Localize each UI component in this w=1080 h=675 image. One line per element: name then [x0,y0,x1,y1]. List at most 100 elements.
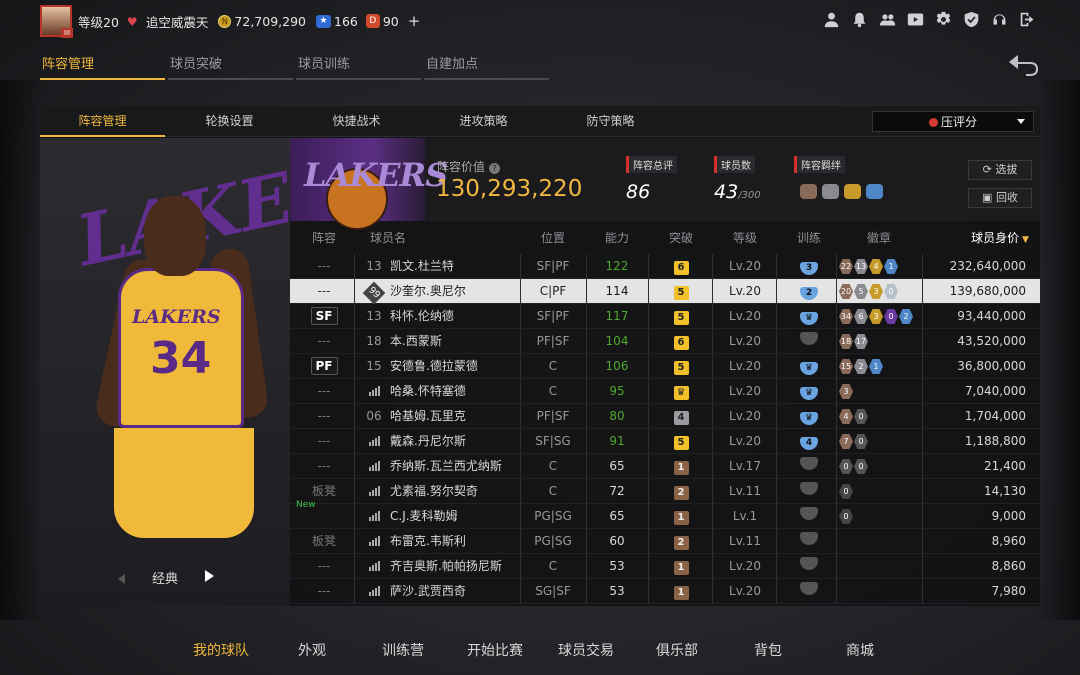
badge-icon[interactable]: 0 [839,509,853,524]
nav-shop[interactable]: 商城 [820,640,900,660]
player-name[interactable]: 安德鲁.德拉蒙德 [390,354,520,379]
badge-icon[interactable]: 3 [839,384,853,399]
nav-trade[interactable]: 球员交易 [546,640,626,660]
badge-icon[interactable]: 22 [839,259,853,274]
player-name[interactable]: 乔纳斯.瓦兰西尤纳斯 [390,454,520,479]
badge-icon[interactable]: 1 [869,359,883,374]
player-name[interactable]: 齐吉奥斯.帕帕扬尼斯 [390,554,520,579]
badge-icon[interactable]: 7 [839,434,853,449]
help-icon[interactable]: ? [489,163,501,174]
video-icon[interactable] [906,10,924,28]
bond-icon-bronze[interactable] [800,184,817,199]
badge-icon[interactable]: 18 [839,334,853,349]
nav-training-camp[interactable]: 训练营 [363,640,443,660]
recycle-button[interactable]: ▣ 回收 [968,188,1032,208]
table-row[interactable]: --- 99 沙奎尔.奥尼尔 C|PF 114 5 Lv.20 2 20 5 3 0 … [290,279,1040,305]
profile-icon[interactable] [822,10,840,28]
col-training[interactable]: 训练 [784,221,834,255]
subtab-offense[interactable]: 进攻策略 [421,106,546,137]
table-row[interactable]: --- 萨沙.武贾西奇 SG|SF 53 1 Lv.20 7,980 [290,579,1040,604]
table-row[interactable]: --- 18 本.西蒙斯 PF|SF 104 6 Lv.20 18 17 43,5… [290,329,1040,354]
badge-icon[interactable]: 1 [884,259,898,274]
badge-icon[interactable]: 2 [854,359,868,374]
bell-icon[interactable] [850,10,868,28]
table-row[interactable]: --- 戴森.丹尼尔斯 SF|SG 91 5 Lv.20 4 70 1,188,… [290,429,1040,454]
avatar[interactable]: III [40,5,73,38]
table-row[interactable]: --- 齐吉奥斯.帕帕扬尼斯 C 53 1 Lv.20 8,860 [290,554,1040,579]
player-name[interactable]: 哈基姆.瓦里克 [390,404,520,429]
friends-icon[interactable] [878,10,896,28]
tab-custom-points[interactable]: 自建加点 [424,54,549,80]
table-row[interactable]: 板凳 尤素福.努尔契奇 C 72 2 Lv.11 0 14,130 [290,479,1040,504]
col-badges[interactable]: 徽章 [854,221,904,255]
bond-icon-blue[interactable] [866,184,883,199]
gear-icon[interactable] [934,10,952,28]
prev-card-arrow-icon[interactable] [118,574,125,584]
badge-icon[interactable]: 0 [854,459,868,474]
badge-icon[interactable]: 17 [854,334,868,349]
nav-appearance[interactable]: 外观 [272,640,352,660]
col-name[interactable]: 球员名 [362,221,414,255]
badge-icon[interactable]: 15 [839,359,853,374]
col-ability[interactable]: 能力 [592,221,642,255]
badge-icon[interactable]: 5 [854,284,868,299]
col-breakthrough[interactable]: 突破 [656,221,706,255]
player-name[interactable]: 哈桑.怀特塞德 [390,379,520,404]
player-card[interactable]: LAKERS LAKERS 34 经典 [40,138,290,606]
badge-icon[interactable]: 0 [884,284,898,299]
player-name[interactable]: 凯文.杜兰特 [390,254,520,279]
subtab-quick-tactics[interactable]: 快捷战术 [294,106,419,137]
player-name[interactable]: 本.西蒙斯 [390,329,520,354]
logout-icon[interactable] [1018,10,1036,28]
sort-select[interactable]: 压评分 [872,111,1034,132]
subtab-lineup[interactable]: 阵容管理 [40,106,165,137]
tab-breakthrough[interactable]: 球员突破 [168,54,293,80]
subtab-rotation[interactable]: 轮换设置 [167,106,292,137]
col-position[interactable]: 位置 [528,221,578,255]
badge-icon[interactable]: 3 [869,309,883,324]
tab-lineup[interactable]: 阵容管理 [40,54,165,80]
table-row[interactable]: --- 乔纳斯.瓦兰西尤纳斯 C 65 1 Lv.17 00 21,400 [290,454,1040,479]
player-name[interactable]: C.J.麦科勒姆 [390,504,520,529]
badge-icon[interactable]: 34 [839,309,853,324]
back-arrow-icon[interactable] [1006,52,1042,76]
tab-training[interactable]: 球员训练 [296,54,421,80]
table-row[interactable]: SF 13 科怀.伦纳德 SF|PF 117 5 Lv.20 ♛ 34 6 3 0 2 … [290,304,1040,329]
select-button[interactable]: ⟳ 选拔 [968,160,1032,180]
badge-icon[interactable]: 4 [869,259,883,274]
badge-icon[interactable]: 0 [839,459,853,474]
table-row[interactable]: --- 13 凯文.杜兰特 SF|PF 122 6 Lv.20 3 22 13 4 1… [290,254,1040,279]
col-level[interactable]: 等级 [720,221,770,255]
table-row[interactable]: 板凳 布雷克.韦斯利 PG|SG 60 2 Lv.11 8,960 [290,529,1040,554]
badge-icon[interactable]: 0 [884,309,898,324]
player-name[interactable]: 布雷克.韦斯利 [390,529,520,554]
next-card-arrow-icon[interactable] [205,570,214,582]
nav-club[interactable]: 俱乐部 [637,640,717,660]
badge-icon[interactable]: 20 [839,284,853,299]
player-name[interactable]: 戴森.丹尼尔斯 [390,429,520,454]
table-row[interactable]: PF 15 安德鲁.德拉蒙德 C 106 5 Lv.20 ♛ 15 2 1 36,8… [290,354,1040,379]
table-row[interactable]: --- 06 哈基姆.瓦里克 PF|SF 80 4 Lv.20 ♛ 40 1,7… [290,404,1040,429]
badge-icon[interactable]: 4 [839,409,853,424]
player-name[interactable]: 萨沙.武贾西奇 [390,579,520,604]
headset-icon[interactable] [990,10,1008,28]
player-name[interactable]: 科怀.伦纳德 [390,304,520,329]
badge-icon[interactable]: 2 [899,309,913,324]
badge-icon[interactable]: 0 [839,484,853,499]
col-value[interactable]: 球员身价 ▼ [970,221,1030,255]
badge-icon[interactable]: 0 [854,409,868,424]
add-currency-button[interactable]: + [408,12,421,30]
nav-my-team[interactable]: 我的球队 [181,640,261,660]
badge-icon[interactable]: 6 [854,309,868,324]
player-name[interactable]: 尤素福.努尔契奇 [390,479,520,504]
table-row[interactable]: --- 哈桑.怀特塞德 C 95 ♛ Lv.20 ♛ 3 7,040,000 [290,379,1040,404]
table-row[interactable]: New C.J.麦科勒姆 PG|SG 65 1 Lv.1 0 9,000 [290,500,1040,529]
shield-check-icon[interactable] [962,10,980,28]
badge-icon[interactable]: 0 [854,434,868,449]
bond-icon-gold[interactable] [844,184,861,199]
player-name[interactable]: 沙奎尔.奥尼尔 [390,279,520,304]
badge-icon[interactable]: 13 [854,259,868,274]
nav-start-match[interactable]: 开始比赛 [455,640,535,660]
col-role[interactable]: 阵容 [300,221,348,255]
subtab-defense[interactable]: 防守策略 [548,106,673,137]
